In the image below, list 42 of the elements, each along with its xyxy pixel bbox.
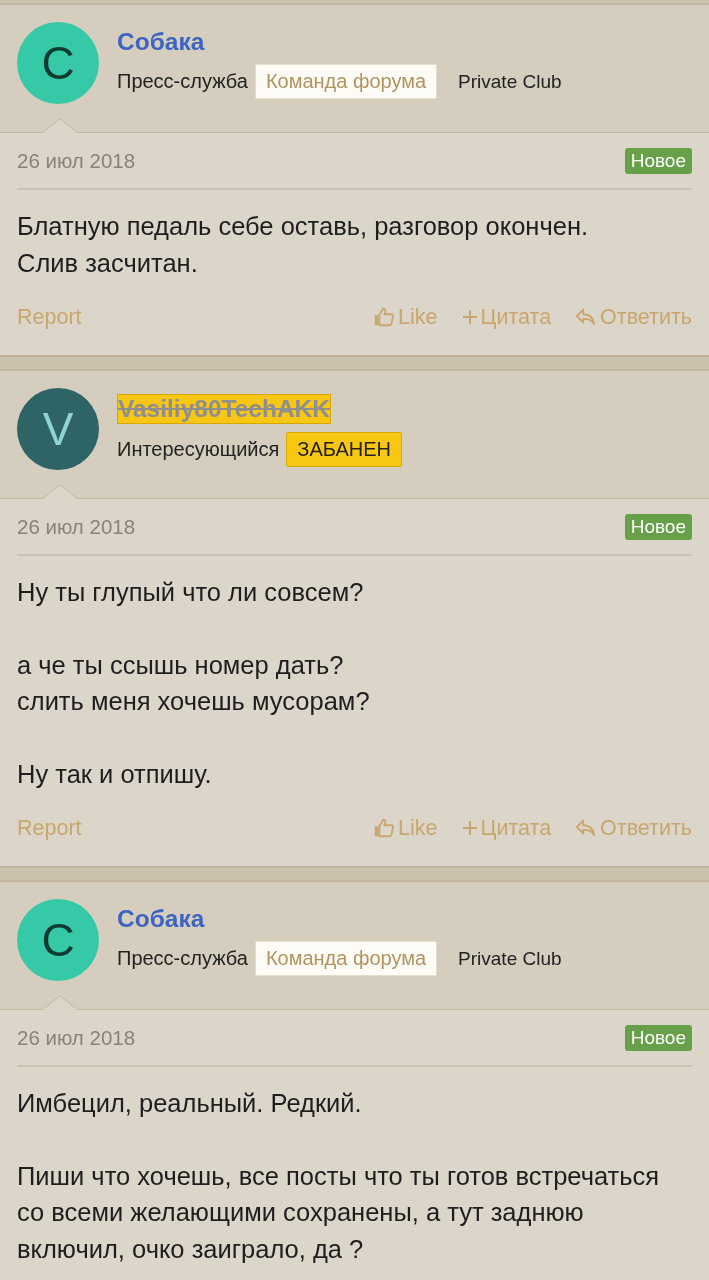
- post-text: а че ты ссышь номер дать?: [17, 649, 345, 681]
- user-title: Пресс-служба: [117, 70, 248, 93]
- plus-icon: [461, 309, 478, 325]
- quote-button[interactable]: Цитата: [461, 304, 552, 330]
- post-date[interactable]: 26 июл 2018: [17, 148, 136, 173]
- user-group: Private Club: [448, 942, 572, 975]
- like-button[interactable]: Like: [373, 815, 438, 841]
- post-text: Блатную педаль себе оставь, разговор окончен.: [17, 211, 590, 242]
- avatar[interactable]: С: [17, 899, 99, 981]
- post-date[interactable]: 26 июл 2018: [17, 514, 136, 539]
- thumbs-up-icon: [373, 306, 396, 328]
- author-link[interactable]: Собака: [117, 905, 205, 933]
- reply-icon: [575, 306, 598, 328]
- new-label: Новое: [624, 147, 692, 174]
- post-text: Имбецил, реальный. Редкий.: [17, 1088, 363, 1119]
- user-banner: ЗАБАНЕН: [286, 432, 403, 467]
- report-link[interactable]: Report: [17, 815, 82, 841]
- post-text: Слив засчитан.: [17, 247, 199, 279]
- user-title: Пресс-служба: [117, 947, 248, 970]
- author-link[interactable]: Vasiliy80TechAKK: [117, 394, 331, 424]
- reply-button[interactable]: Ответить: [575, 304, 692, 330]
- new-label: Новое: [624, 1024, 692, 1051]
- avatar[interactable]: V: [17, 388, 99, 470]
- plus-icon: [461, 820, 478, 836]
- reply-button[interactable]: Ответить: [575, 815, 692, 841]
- user-banner: Команда форума: [254, 64, 438, 99]
- report-link[interactable]: Report: [17, 304, 82, 330]
- author-link[interactable]: Собака: [117, 28, 205, 56]
- post-date[interactable]: 26 июл 2018: [17, 1025, 136, 1050]
- user-banner: Команда форума: [254, 941, 438, 976]
- thumbs-up-icon: [373, 817, 396, 839]
- post-text: Ну ты глупый что ли совсем?: [17, 577, 365, 608]
- user-title: Интересующийся: [117, 438, 280, 461]
- user-group: Private Club: [448, 65, 572, 98]
- like-button[interactable]: Like: [373, 304, 438, 330]
- quote-button[interactable]: Цитата: [461, 815, 552, 841]
- avatar[interactable]: С: [17, 22, 99, 104]
- post-text: Ну так и отпишу.: [17, 758, 213, 790]
- post-text: слить меня хочешь мусорам?: [17, 686, 371, 717]
- reply-icon: [575, 817, 598, 839]
- new-label: Новое: [624, 513, 692, 540]
- post-text: Пиши что хочешь, все посты что ты готов встречаться со всеми желающими сохранены, а тут заднюю включил, очко заиграло, да ?: [17, 1160, 661, 1265]
